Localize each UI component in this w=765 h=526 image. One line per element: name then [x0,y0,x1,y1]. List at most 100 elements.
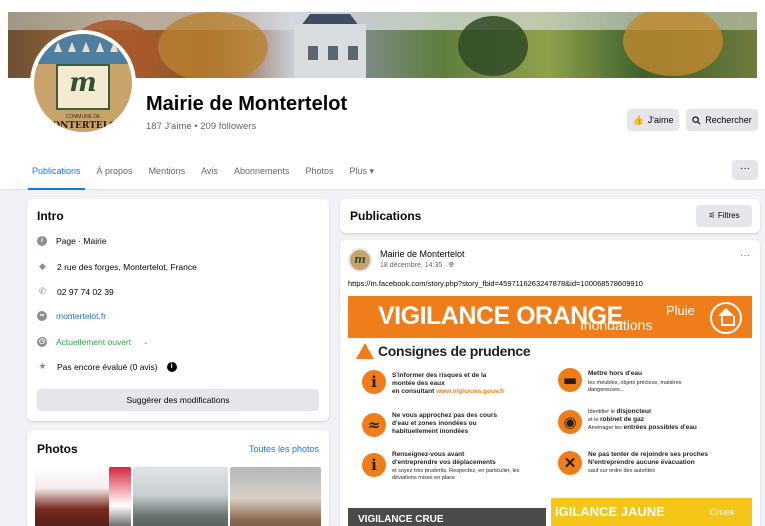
poster-item-3: Renseignez-vous avant d'entreprendre vos… [392,451,542,467]
clock-icon: ◷ [37,336,47,347]
avatar-caption-big: MONTERTELOT [42,121,124,131]
suggest-edits-button[interactable]: Suggérer des modifications [37,389,319,411]
waves-icon: ≈ [362,413,386,437]
location-icon: ◆ [39,261,46,271]
poster-subtitle-flood: Inondations [580,317,653,333]
intro-category-text: Page · Mairie [56,236,107,246]
profile-header: m COMMUNE DE MONTERTELOT Mairie de Monte… [0,0,765,190]
poster-item-5-text: Identifier le [588,409,615,415]
page-stats[interactable]: 187 J'aime • 209 followers [146,121,256,132]
poster-item-1-line: montée des eaux [392,380,445,387]
post-date[interactable]: 18 décembre, 14:35 · 🌐︎ [380,262,454,270]
running-person-icon: ✕ [558,451,582,475]
filters-button[interactable]: ⚟ Filtres [696,205,752,227]
intro-hours[interactable]: ◷ Actuellement ouvert ⌄ [37,336,151,347]
poster-item-4: Mettre hors d'eau [588,370,642,377]
avatar-spire [96,42,104,52]
intro-heading: Intro [37,209,64,223]
page-avatar[interactable]: m COMMUNE DE MONTERTELOT [30,30,136,136]
intro-category: i Page · Mairie [37,236,107,246]
post-options-icon[interactable]: ··· [740,250,750,261]
tab-more[interactable]: Plus ▾ [342,156,383,190]
phone-icon: ✆ [38,286,47,296]
post-card: m Mairie de Montertelot 18 décembre, 14:… [340,240,760,526]
crues-label: Crues [709,507,734,517]
flood-house-icon [710,302,742,334]
like-label: J'aime [647,115,674,125]
see-all-photos-link[interactable]: Toutes les photos [249,444,319,454]
more-options-button[interactable]: ··· [732,160,758,180]
poster-item-5-strong: robinet de gaz [599,416,644,423]
avatar-spire [54,42,62,52]
poster-item-5: Identifier le disjoncteur et le robinet … [588,408,748,432]
warning-icon [356,343,374,359]
poster-item-5-line: Aménager les entrées possibles d'eau [588,424,748,432]
rating-text: Pas encore évalué (0 avis) [57,361,158,372]
vigilance-jaune-banner: IGILANCE JAUNE Crues [551,498,752,526]
cover-window [308,46,318,60]
photo-thumbnail[interactable] [133,467,228,526]
poster-item-5-strong: disjoncteur [616,408,652,415]
poster-item-2-line: Ne vous approchez pas des cours [392,412,498,419]
avatar-sky [34,34,132,64]
info-icon: i [362,370,386,394]
cover-window [348,46,358,60]
publications-heading: Publications [350,209,422,223]
cover-tree [158,12,268,78]
poster-item-5-strong: entrées possibles d'eau [623,424,697,431]
poster-item-5-line: et le robinet de gaz [588,416,748,424]
poster-item-6-line: Ne pas tenter de rejoindre ses proches [588,451,708,458]
tab-publications[interactable]: Publications [24,156,89,190]
vigicrues-link: www.vigicrues.gouv.fr [436,388,505,395]
post-date-text: 18 décembre, 14:35 · [380,262,449,269]
poster-item-3-detail: et soyez très prudents. Respectez, en pa… [392,468,520,481]
vigilance-crue-banner: VIGILANCE CRUE [348,508,546,526]
avatar-monogram: m [69,68,97,98]
poster-item-5-line: Identifier le disjoncteur [588,408,748,416]
thumbs-up-icon: 👍 [632,114,644,125]
poster-item-2-line: d'eau et zones inondées ou [392,420,477,427]
post-author-avatar[interactable]: m [348,248,372,272]
intro-rating: ★ Pas encore évalué (0 avis) i [37,361,177,372]
poster-item-5-text: Aménager les [588,425,622,431]
poster-item-2-line: habituellement inondées [392,428,469,435]
post-image[interactable]: VIGILANCE ORANGE Pluie Inondations Consi… [348,296,752,526]
like-button[interactable]: 👍 J'aime [627,109,679,131]
tab-reviews[interactable]: Avis [193,156,226,190]
photo-thumbnail[interactable] [109,467,131,526]
poster-item-4-detail: les meubles, objets précieux, matières d… [588,380,682,393]
website-link[interactable]: montertelot.fr [56,311,106,321]
cover-window [328,46,338,60]
post-author-name[interactable]: Mairie de Montertelot [380,249,465,259]
intro-phone: ✆ 02 97 74 02 39 [37,286,114,297]
intro-phone-text[interactable]: 02 97 74 02 39 [57,287,114,297]
tab-about[interactable]: À propos [89,156,141,190]
tab-photos[interactable]: Photos [297,156,341,190]
intro-address: ◆ 2 rue des forges, Montertelot, France [37,261,197,272]
tab-followers[interactable]: Abonnements [226,156,298,190]
intro-address-text: 2 rue des forges, Montertelot, France [57,261,197,272]
globe-icon: 🌐︎ [448,262,455,269]
avatar-monogram: m [354,253,366,266]
post-link[interactable]: https://m.facebook.com/story.php?story_f… [348,279,643,288]
avatar-image: m COMMUNE DE MONTERTELOT [34,34,132,132]
avatar-spire [110,42,118,52]
filters-label: Filtres [717,211,740,220]
info-icon: i [362,453,386,477]
avatar-spire [68,42,76,52]
page-title: Mairie de Montertelot [146,93,348,115]
valve-icon: ◉ [558,410,582,434]
avatar-caption-small: COMMUNE DE [65,114,101,120]
info-circle-icon[interactable]: i [166,361,177,372]
poster-subtitle-rain: Pluie [666,303,695,318]
tab-mentions[interactable]: Mentions [141,156,194,190]
poster-item-1: S'informer des risques et de la montée d… [392,372,542,396]
globe-icon: ∞ [37,311,47,321]
intro-card: Intro i Page · Mairie ◆ 2 rue des forges… [27,199,329,421]
photo-thumbnail[interactable] [230,467,321,526]
poster-item-3-line: Renseignez-vous avant [392,451,465,458]
publications-header: Publications ⚟ Filtres [340,199,760,233]
avatar-emblem: m [56,64,110,110]
search-button[interactable]: Rechercher [686,109,758,131]
vigilance-jaune-text: IGILANCE JAUNE [555,504,665,519]
